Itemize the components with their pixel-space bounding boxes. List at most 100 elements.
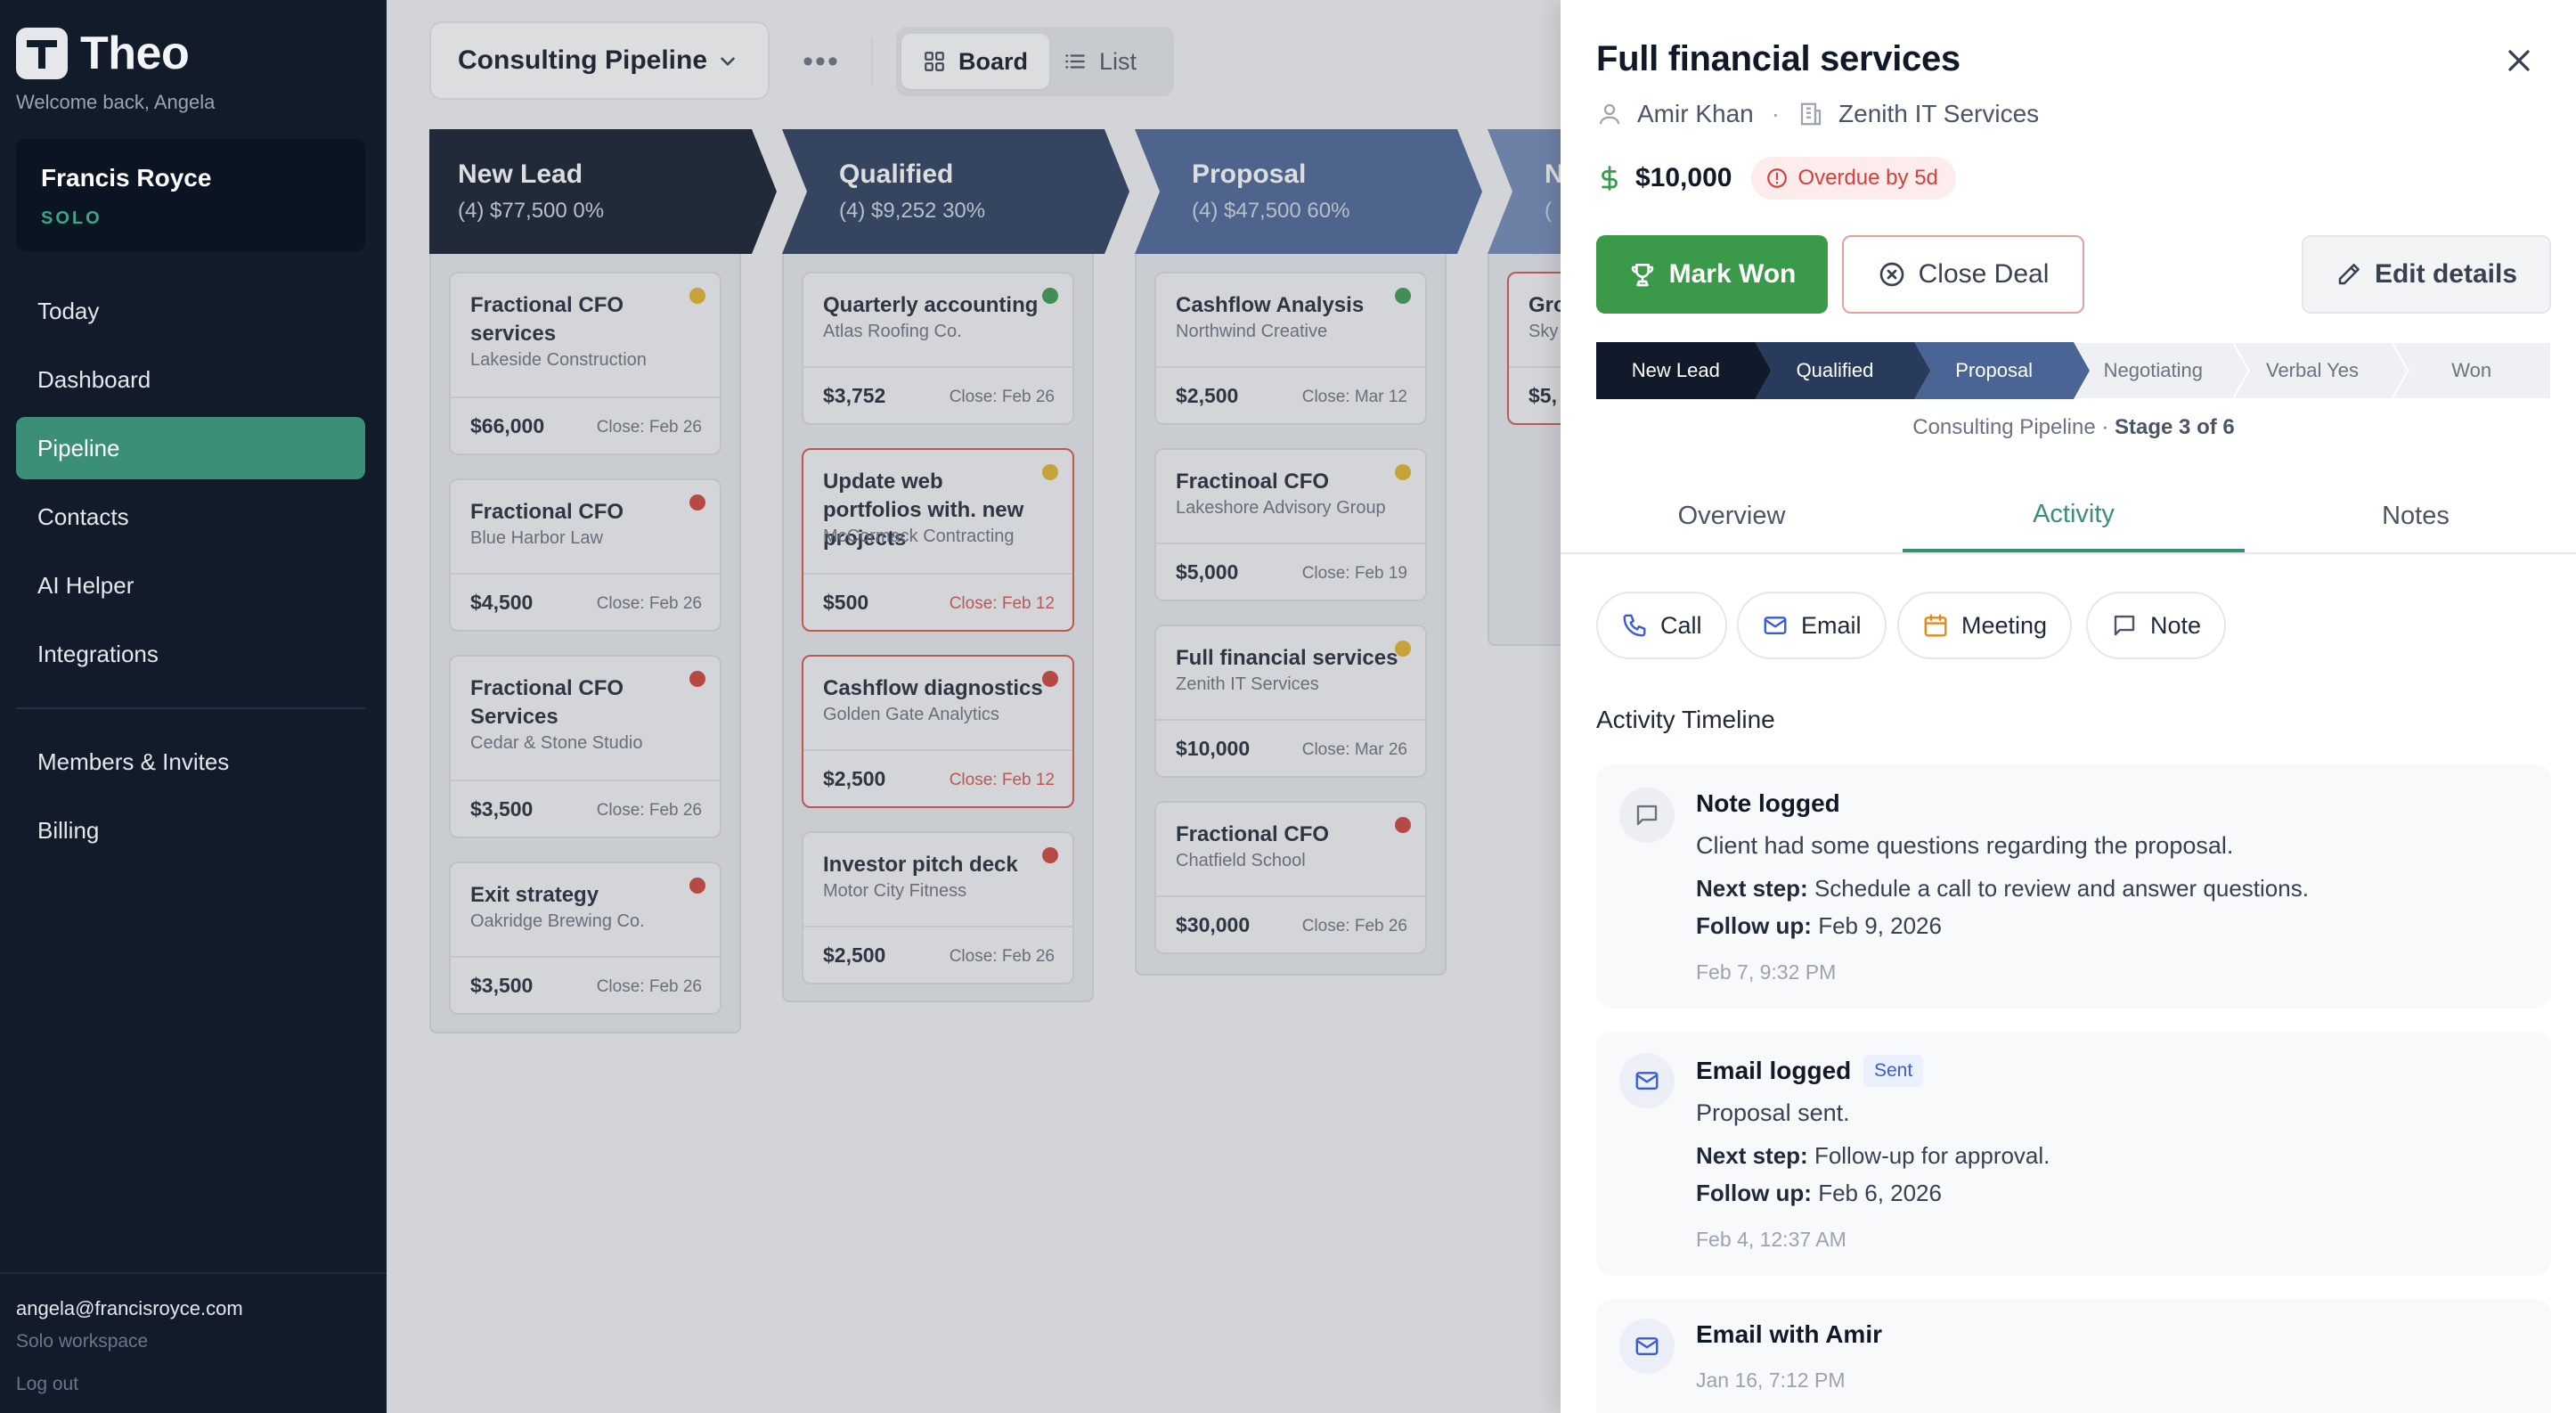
board-view-label: Board [958, 47, 1029, 75]
stage-progress-bar: New Lead Qualified Proposal Negotiating Verb… [1596, 342, 2551, 399]
deal-card[interactable]: Fractinoal CFO Lakeshore Advisory Group $5… [1154, 448, 1427, 601]
workspace-switcher[interactable]: Francis Royce SOLO [16, 139, 365, 251]
deal-card-title: Fractinoal CFO [1176, 470, 1330, 494]
deal-card[interactable]: Cashflow diagnostics Golden Gate Analytic… [802, 655, 1074, 808]
tab-activity[interactable]: Activity [1903, 479, 2245, 552]
timeline-item-time: Feb 7, 9:32 PM [1696, 960, 1837, 984]
deal-card[interactable]: Full financial services Zenith IT Service… [1154, 625, 1427, 778]
deal-card-amount: $2,500 [1176, 384, 1239, 407]
logout-link[interactable]: Log out [16, 1374, 78, 1395]
progress-stage-5[interactable]: Verbal Yes [2233, 342, 2393, 399]
grid-icon [925, 52, 944, 71]
progress-stage-6[interactable]: Won [2392, 342, 2551, 399]
deal-card[interactable]: Exit strategy Oakridge Brewing Co. $3,500 C… [449, 862, 721, 1015]
deal-card-footer: $4,500 Close: Feb 26 [451, 573, 720, 630]
deal-card-close-date: Close: Feb 26 [596, 418, 702, 437]
board-view-button[interactable]: Board [901, 34, 1050, 89]
list-view-button[interactable]: List [1042, 34, 1158, 89]
health-status-dot [1042, 464, 1058, 480]
nav-item-billing[interactable]: Billing [16, 799, 365, 862]
dollar-icon [1602, 166, 1618, 191]
deal-card-company: Oakridge Brewing Co. [470, 911, 645, 931]
deal-card-close-date: Close: Mar 12 [1301, 388, 1407, 406]
nav-item-dashboard[interactable]: Dashboard [16, 348, 365, 411]
nav-item-today[interactable]: Today [16, 280, 365, 342]
deal-card[interactable]: Fractional CFO Services Cedar & Stone Stu… [449, 655, 721, 838]
stage-header-1[interactable]: New Lead (4) $77,500 0% [429, 129, 777, 254]
timeline-item: Note logged Client had some questions re… [1596, 764, 2551, 1009]
workspace-name: Francis Royce [41, 164, 212, 192]
stage-caption-pipeline: Consulting Pipeline · [1912, 415, 2115, 439]
pipeline-selector-label: Consulting Pipeline [458, 45, 708, 75]
progress-stage-3[interactable]: Proposal [1914, 342, 2074, 399]
deal-card-close-date: Close: Feb 26 [949, 947, 1055, 966]
view-toggle: Board List [896, 27, 1174, 96]
deal-card-company: Sky [1528, 322, 1559, 341]
nav-item-ai-helper[interactable]: AI Helper [16, 554, 365, 617]
next-step-label: Next step: [1696, 1142, 1808, 1169]
deal-card[interactable]: Quarterly accounting Atlas Roofing Co. $3,… [802, 272, 1074, 425]
stage-name: Proposal [1192, 159, 1307, 189]
account-workspace: Solo workspace [16, 1331, 149, 1352]
log-meeting-button[interactable]: Meeting [1897, 592, 2073, 659]
deal-card[interactable]: Fractional CFO Chatfield School $30,000 Clo… [1154, 801, 1427, 954]
timeline-item: Email with Amir Jan 16, 7:12 PM [1596, 1299, 2551, 1413]
follow-up-label: Follow up: [1696, 912, 1812, 939]
deal-card[interactable]: Fractional CFO Blue Harbor Law $4,500 Close… [449, 478, 721, 632]
deal-card[interactable]: Update web portfolios with. new projects… [802, 448, 1074, 632]
pipeline-selector[interactable]: Consulting Pipeline [429, 21, 770, 100]
deal-card[interactable]: Gro Sky $5, [1507, 272, 1561, 425]
deal-card-close-date: Close: Mar 26 [1301, 740, 1407, 759]
deal-card[interactable]: Fractional CFO services Lakeside Construc… [449, 272, 721, 455]
progress-stage-1[interactable]: New Lead [1596, 342, 1756, 399]
timeline-follow-up: Follow up: Feb 6, 2026 [1696, 1180, 1942, 1207]
progress-stage-4[interactable]: Negotiating [2074, 342, 2233, 399]
nav-item-pipeline[interactable]: Pipeline [16, 417, 365, 479]
deal-card-footer: $2,500 Close: Mar 12 [1156, 366, 1425, 423]
stage-header-3[interactable]: Proposal (4) $47,500 60% [1135, 129, 1482, 254]
app-logo[interactable]: Theo [16, 27, 190, 80]
more-options-button[interactable]: ••• [796, 39, 846, 84]
deal-title: Full financial services [1596, 39, 1961, 78]
nav-item-contacts[interactable]: Contacts [16, 486, 365, 548]
log-call-button[interactable]: Call [1596, 592, 1727, 659]
log-note-label: Note [2150, 611, 2202, 639]
overdue-badge: Overdue by 5d [1751, 157, 1956, 200]
deal-card-amount: $4,500 [470, 591, 534, 614]
deal-card-footer: $5, [1509, 366, 1561, 423]
workspace-plan-badge: SOLO [41, 208, 102, 228]
stage-name: Qualified [839, 159, 954, 189]
close-deal-button[interactable]: Close Deal [1842, 235, 2084, 314]
nav-item-integrations[interactable]: Integrations [16, 623, 365, 685]
timeline-item-title: Email logged [1696, 1057, 1852, 1084]
follow-up-label: Follow up: [1696, 1180, 1812, 1206]
health-status-dot [1042, 847, 1058, 863]
log-note-button[interactable]: Note [2086, 592, 2227, 659]
deal-company[interactable]: Zenith IT Services [1838, 100, 2039, 128]
stage-summary: ( [1545, 199, 1552, 223]
log-email-button[interactable]: Email [1737, 592, 1887, 659]
close-icon[interactable] [2501, 43, 2537, 78]
progress-stage-2[interactable]: Qualified [1756, 342, 1915, 399]
tab-notes[interactable]: Notes [2245, 479, 2576, 552]
deal-card[interactable]: Cashflow Analysis Northwind Creative $2,50… [1154, 272, 1427, 425]
deal-contact[interactable]: Amir Khan [1637, 100, 1754, 128]
nav-item-members-invites[interactable]: Members & Invites [16, 731, 365, 793]
sidebar: Theo Welcome back, Angela Francis Royce … [0, 0, 387, 1413]
deal-card-amount: $10,000 [1176, 737, 1251, 760]
stage-header-4[interactable]: N( [1488, 129, 1561, 254]
stage-header-2[interactable]: Qualified (4) $9,252 30% [782, 129, 1129, 254]
deal-card[interactable]: Investor pitch deck Motor City Fitness $2,… [802, 831, 1074, 984]
timeline-item-text: Proposal sent. [1696, 1099, 1850, 1126]
list-icon [1065, 54, 1085, 69]
deal-card-footer: $30,000 Close: Feb 26 [1156, 895, 1425, 952]
edit-details-button[interactable]: Edit details [2302, 235, 2551, 314]
nav-divider [16, 707, 365, 709]
tab-overview[interactable]: Overview [1561, 479, 1903, 552]
deal-card-company: Lakeside Construction [470, 350, 647, 370]
mark-won-button[interactable]: Mark Won [1596, 235, 1828, 314]
deal-card-title: Investor pitch deck [823, 853, 1018, 877]
deal-card-footer: $2,500 Close: Feb 12 [803, 749, 1072, 806]
deal-card-close-date: Close: Feb 12 [949, 594, 1055, 613]
timeline-item-time: Feb 4, 12:37 AM [1696, 1228, 1846, 1251]
